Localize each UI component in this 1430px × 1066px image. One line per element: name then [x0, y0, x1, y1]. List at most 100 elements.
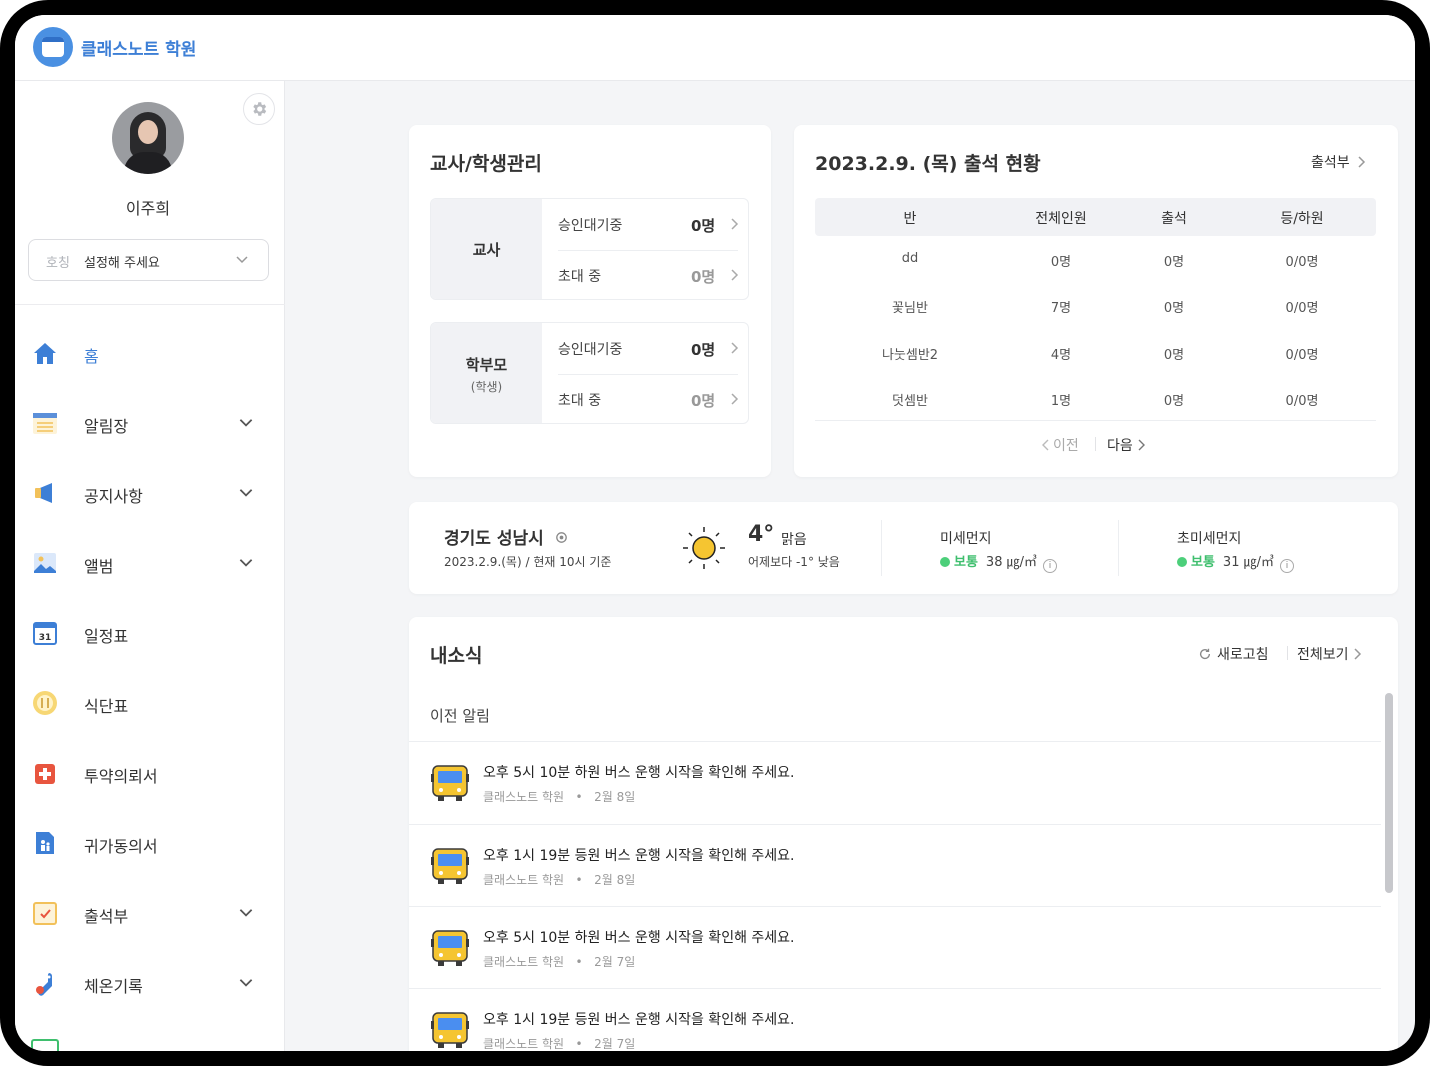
weather-divider — [1118, 520, 1119, 576]
sidebar-item-consent[interactable]: 귀가동의서 — [15, 821, 285, 865]
notification-meta: 클래스노트 학원 • 2월 7일 — [483, 1037, 636, 1051]
list-item[interactable]: 오후 1시 19분 등원 버스 운행 시작을 확인해 주세요. 클래스노트 학원… — [409, 989, 1381, 1051]
consent-icon — [36, 832, 54, 854]
notification-date: 2월 7일 — [594, 1037, 636, 1051]
refresh-button[interactable]: 새로고침 — [1198, 644, 1269, 664]
app-title[interactable]: 클래스노트 학원 — [81, 35, 196, 60]
attendance-card: 2023.2.9. (목) 출석 현황 출석부 반 전체인원 출석 등/하원 d… — [794, 125, 1398, 477]
fine-dust-status: 보통 — [954, 555, 978, 570]
next-page-button[interactable]: 다음 — [1107, 435, 1145, 455]
sidebar-item-attendance[interactable]: 출석부 — [15, 891, 285, 935]
list-item[interactable]: 오후 5시 10분 하원 버스 운행 시작을 확인해 주세요. 클래스노트 학원… — [409, 907, 1381, 989]
weather-timestamp: 2023.2.9.(목) / 현재 10시 기준 — [444, 555, 612, 569]
fine-dust-reading: 보통 38 ㎍/㎥ i — [940, 551, 1057, 573]
teacher-group-label: 교사 — [472, 241, 501, 259]
sidebar-item-medicine[interactable]: 투약의뢰서 — [15, 751, 285, 795]
sidebar-item-label: 홈 — [84, 347, 99, 366]
list-item[interactable]: 오후 1시 19분 등원 버스 운행 시작을 확인해 주세요. 클래스노트 학원… — [409, 825, 1381, 907]
pager-divider — [1095, 437, 1096, 451]
notification-date: 2월 8일 — [594, 790, 636, 804]
table-row[interactable]: 꽃님반 7명 0명 0/0명 — [815, 297, 1376, 317]
bus-icon — [431, 765, 469, 801]
action-divider — [1287, 646, 1288, 660]
parent-pending-row[interactable]: 승인대기중 0명 — [542, 323, 748, 374]
title-select-label: 호칭 — [46, 256, 70, 271]
notification-message: 오후 5시 10분 하원 버스 운행 시작을 확인해 주세요. — [483, 765, 795, 781]
notification-date: 2월 8일 — [594, 873, 636, 887]
list-item[interactable]: 오후 5시 10분 하원 버스 운행 시작을 확인해 주세요. 클래스노트 학원… — [409, 742, 1381, 824]
row-value: 0명 — [691, 268, 716, 286]
title-select-value: 설정해 주세요 — [84, 256, 160, 271]
attendance-book-link-label: 출석부 — [1311, 155, 1350, 171]
total-cell: 0명 — [1050, 255, 1072, 270]
attendance-book-link[interactable]: 출석부 — [1311, 152, 1367, 172]
sidebar-item-label: 투약의뢰서 — [84, 767, 158, 786]
refresh-icon — [1199, 648, 1211, 660]
total-cell: 7명 — [1050, 301, 1072, 316]
notification-source: 클래스노트 학원 — [483, 790, 565, 804]
bus-icon — [431, 848, 469, 884]
title-select[interactable]: 호칭 설정해 주세요 — [28, 239, 269, 281]
settings-button[interactable] — [243, 93, 275, 125]
sidebar-item-album[interactable]: 앨범 — [15, 541, 285, 585]
notebook-icon — [33, 413, 57, 434]
app-screen: 클래스노트 학원 이주희 호칭 설정해 주세요 홈 알림장 공지사항 앨범 31… — [15, 15, 1415, 1051]
sidebar-item-label: 앨범 — [84, 557, 114, 576]
device-frame: 클래스노트 학원 이주희 호칭 설정해 주세요 홈 알림장 공지사항 앨범 31… — [0, 0, 1430, 1066]
sidebar-item-label: 식단표 — [84, 697, 129, 716]
ultrafine-dust-reading: 보통 31 ㎍/㎥ i — [1177, 551, 1294, 573]
notification-message: 오후 5시 10분 하원 버스 운행 시작을 확인해 주세요. — [483, 930, 795, 946]
news-card: 내소식 새로고침 전체보기 이전 알림 오후 5시 10분 하원 버스 운행 시… — [409, 617, 1398, 1051]
gear-icon — [253, 102, 267, 116]
row-label: 승인대기중 — [558, 218, 623, 234]
weather-compare: 어제보다 -1° 낮음 — [748, 555, 840, 569]
view-all-link[interactable]: 전체보기 — [1297, 644, 1363, 664]
app-logo-icon[interactable] — [33, 27, 73, 67]
weather-location[interactable]: 경기도 성남시 — [444, 524, 569, 549]
parent-group-sublabel: (학생) — [470, 380, 503, 394]
parent-invited-row[interactable]: 초대 중 0명 — [542, 374, 748, 423]
table-row[interactable]: 덧셈반 1명 0명 0/0명 — [815, 390, 1376, 410]
attendance-title: 2023.2.9. (목) 출석 현황 — [815, 153, 1041, 175]
photo-icon — [34, 553, 56, 573]
teacher-pending-row[interactable]: 승인대기중 0명 — [542, 199, 748, 250]
table-row[interactable]: 나눗셈반2 4명 0명 0/0명 — [815, 344, 1376, 364]
info-icon[interactable]: i — [1042, 559, 1057, 573]
sidebar-item-home[interactable]: 홈 — [15, 331, 285, 375]
chevron-right-icon — [1138, 439, 1145, 451]
prev-page-button[interactable]: 이전 — [1042, 435, 1079, 455]
attendance-icon — [33, 902, 57, 925]
notification-message: 오후 1시 19분 등원 버스 운행 시작을 확인해 주세요. — [483, 848, 795, 864]
sidebar-item-schedule[interactable]: 31 일정표 — [15, 611, 285, 655]
avatar[interactable] — [112, 102, 184, 174]
sidebar-item-meal[interactable]: 식단표 — [15, 681, 285, 725]
table-row[interactable]: dd 0명 0명 0/0명 — [815, 251, 1376, 271]
weather-divider — [881, 520, 882, 576]
news-scrollbar[interactable] — [1385, 693, 1393, 893]
chevron-right-icon — [1354, 648, 1361, 660]
medicine-icon — [35, 764, 55, 784]
sidebar: 이주희 호칭 설정해 주세요 홈 알림장 공지사항 앨범 31 일정표 식단표 … — [15, 81, 285, 1051]
sidebar-item-label: 귀가동의서 — [84, 837, 158, 856]
info-icon[interactable]: i — [1279, 559, 1294, 573]
ultrafine-dust-value: 31 ㎍/㎥ — [1222, 555, 1274, 570]
user-name: 이주희 — [125, 199, 171, 218]
management-title: 교사/학생관리 — [430, 153, 542, 175]
column-header: 출석 — [1161, 211, 1187, 227]
teacher-invited-row[interactable]: 초대 중 0명 — [542, 250, 748, 299]
teacher-group-head: 교사 — [431, 199, 542, 299]
sidebar-item-notice-book[interactable]: 알림장 — [15, 401, 285, 445]
in-out-cell: 0/0명 — [1285, 255, 1319, 270]
bus-icon — [431, 930, 469, 966]
status-dot — [1177, 557, 1187, 567]
parent-group-label: 학부모 — [465, 356, 508, 374]
column-header: 반 — [903, 211, 917, 227]
sidebar-item-announcements[interactable]: 공지사항 — [15, 471, 285, 515]
row-label: 초대 중 — [558, 269, 602, 285]
notification-source: 클래스노트 학원 — [483, 955, 565, 969]
row-value: 0명 — [691, 392, 716, 410]
attendance-table-header: 반 전체인원 출석 등/하원 — [815, 198, 1376, 236]
sidebar-item-temperature[interactable]: 체온기록 — [15, 961, 285, 1005]
notification-source: 클래스노트 학원 — [483, 1037, 565, 1051]
column-header: 전체인원 — [1035, 211, 1087, 227]
